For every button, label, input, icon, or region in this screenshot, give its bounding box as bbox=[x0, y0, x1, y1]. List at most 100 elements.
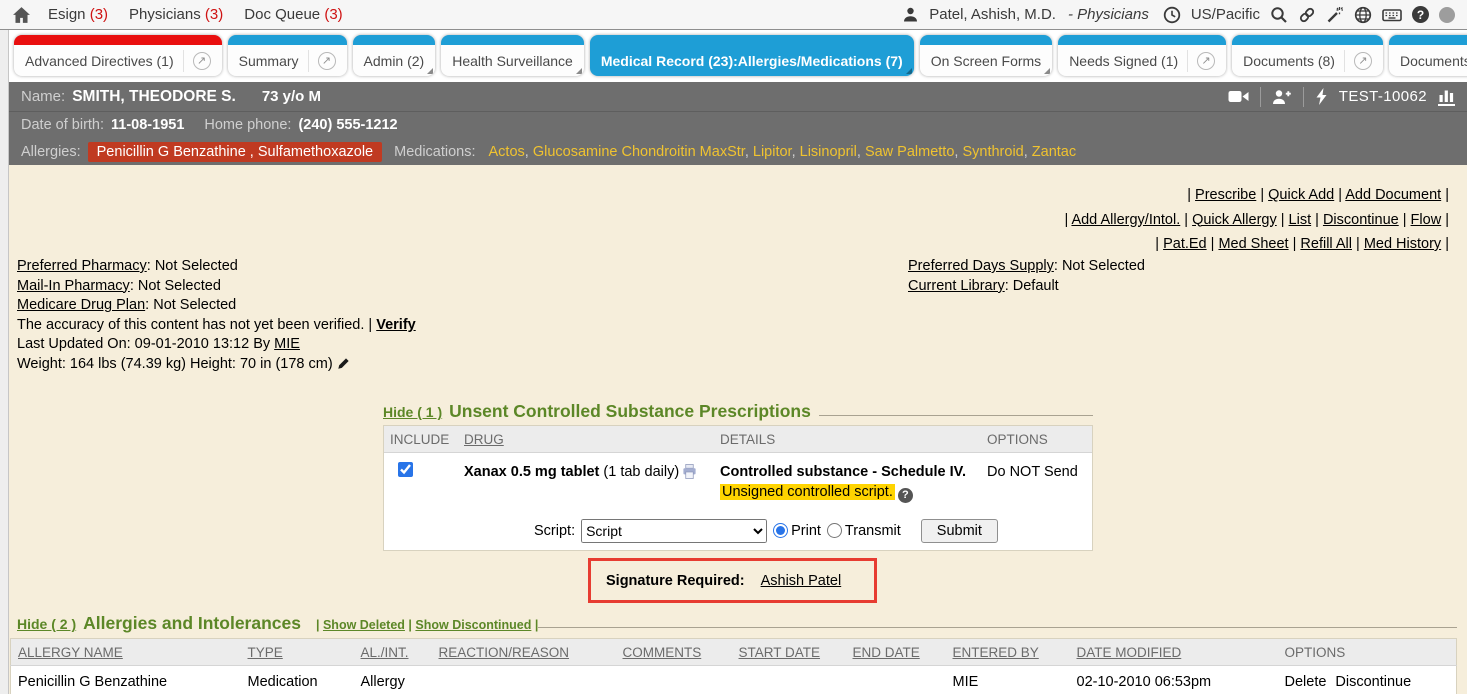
top-bar: Esign (3) Physicians (3) Doc Queue (3) P… bbox=[0, 0, 1467, 30]
flow-link[interactable]: Flow bbox=[1411, 212, 1442, 228]
unsent-table-header: INCLUDE DRUG DETAILS OPTIONS bbox=[384, 426, 1092, 453]
printer-icon[interactable] bbox=[682, 464, 697, 479]
quick-allergy-link[interactable]: Quick Allergy bbox=[1192, 212, 1277, 228]
quick-add-link[interactable]: Quick Add bbox=[1268, 187, 1334, 203]
transmit-radio[interactable] bbox=[827, 523, 842, 538]
verify-link[interactable]: Verify bbox=[376, 317, 416, 333]
refill-all-link[interactable]: Refill All bbox=[1300, 236, 1352, 252]
hide-allergies-link[interactable]: Hide ( 2 ) bbox=[17, 616, 76, 632]
al-int-header[interactable]: AL./INT. bbox=[361, 645, 409, 660]
medication-link[interactable]: Lipitor bbox=[753, 144, 792, 160]
edit-pencil-icon[interactable] bbox=[337, 356, 351, 370]
add-allergy-intol-link[interactable]: Add Allergy/Intol. bbox=[1071, 212, 1180, 228]
patient-demographics-row: Date of birth: 11-08-1951 Home phone: (2… bbox=[9, 112, 1467, 138]
popout-icon[interactable]: ↗ bbox=[193, 52, 211, 70]
script-select[interactable]: Script bbox=[581, 519, 767, 543]
help-icon[interactable]: ? bbox=[898, 488, 913, 503]
hide-unsent-link[interactable]: Hide ( 1 ) bbox=[383, 404, 442, 420]
patient-chart-id: TEST-10062 bbox=[1339, 88, 1427, 105]
submit-button[interactable]: Submit bbox=[921, 519, 998, 543]
last-updated-by-link[interactable]: MIE bbox=[274, 336, 300, 352]
preferred-days-supply-link[interactable]: Preferred Days Supply bbox=[908, 258, 1058, 274]
end-date-header[interactable]: END DATE bbox=[853, 645, 920, 660]
mail-in-pharmacy-link[interactable]: Mail-In Pharmacy bbox=[17, 278, 134, 294]
accuracy-text: The accuracy of this content has not yet… bbox=[17, 317, 372, 333]
current-user-name[interactable]: Patel, Ashish, M.D. bbox=[929, 6, 1056, 23]
link-icon[interactable] bbox=[1298, 6, 1316, 24]
add-document-link[interactable]: Add Document bbox=[1345, 187, 1441, 203]
allergy-name-header[interactable]: ALLERGY NAME bbox=[18, 645, 123, 660]
tab-summary[interactable]: Summary ↗ bbox=[228, 35, 347, 76]
help-icon[interactable]: ? bbox=[1412, 6, 1429, 23]
entered-by-header[interactable]: ENTERED BY bbox=[953, 645, 1039, 660]
med-sheet-link[interactable]: Med Sheet bbox=[1218, 236, 1288, 252]
tab-documents[interactable]: Documents (8) ↗ bbox=[1232, 35, 1383, 76]
discontinue-row-link[interactable]: Discontinue bbox=[1335, 674, 1411, 690]
allergies-table-header: ALLERGY NAME TYPE AL./INT. REACTION/REAS… bbox=[11, 639, 1457, 666]
globe-icon[interactable] bbox=[1354, 6, 1372, 24]
medication-link[interactable]: Lisinopril bbox=[800, 144, 857, 160]
options-cell: Delete Discontinue bbox=[1278, 666, 1457, 694]
print-radio[interactable] bbox=[773, 523, 788, 538]
topbar-link-doc-queue[interactable]: Doc Queue (3) bbox=[244, 6, 342, 23]
medication-link[interactable]: Saw Palmetto bbox=[865, 144, 954, 160]
delete-link[interactable]: Delete bbox=[1285, 674, 1327, 690]
type-header[interactable]: TYPE bbox=[248, 645, 283, 660]
popout-icon[interactable]: ↗ bbox=[1197, 52, 1215, 70]
tab-needs-signed[interactable]: Needs Signed (1) ↗ bbox=[1058, 35, 1226, 76]
bar-chart-icon[interactable] bbox=[1438, 88, 1455, 106]
tab-advanced-directives[interactable]: Advanced Directives (1) ↗ bbox=[14, 35, 222, 76]
keyboard-icon[interactable] bbox=[1382, 7, 1402, 23]
current-library-link[interactable]: Current Library bbox=[908, 278, 1009, 294]
home-icon[interactable] bbox=[12, 6, 31, 24]
end-date-cell bbox=[846, 666, 946, 694]
clock-icon[interactable] bbox=[1163, 6, 1181, 24]
name-label: Name: bbox=[21, 88, 65, 105]
tab-health-surveillance[interactable]: Health Surveillance bbox=[441, 35, 584, 76]
drug-header-link[interactable]: DRUG bbox=[464, 432, 504, 447]
tab-on-screen-forms[interactable]: On Screen Forms bbox=[920, 35, 1052, 76]
start-date-header[interactable]: START DATE bbox=[739, 645, 821, 660]
date-modified-header[interactable]: DATE MODIFIED bbox=[1077, 645, 1182, 660]
divider bbox=[1260, 87, 1261, 107]
popout-icon[interactable]: ↗ bbox=[1354, 52, 1372, 70]
wand-icon[interactable] bbox=[1326, 6, 1344, 24]
prescribe-link[interactable]: Prescribe bbox=[1195, 187, 1256, 203]
allergy-alert-badge[interactable]: Penicillin G Benzathine , Sulfamethoxazo… bbox=[88, 142, 382, 162]
comments-header[interactable]: COMMENTS bbox=[623, 645, 702, 660]
weight-height-text: Weight: 164 lbs (74.39 kg) Height: 70 in… bbox=[17, 356, 333, 372]
discontinue-link[interactable]: Discontinue bbox=[1323, 212, 1399, 228]
tab-medical-record-active[interactable]: Medical Record (23):Allergies/Medication… bbox=[590, 35, 914, 76]
video-camera-icon[interactable] bbox=[1228, 89, 1249, 104]
last-updated-text: Last Updated On: 09-01-2010 13:12 By bbox=[17, 336, 270, 352]
medicare-drug-plan-link[interactable]: Medicare Drug Plan bbox=[17, 297, 149, 313]
topbar-link-physicians[interactable]: Physicians (3) bbox=[129, 6, 223, 23]
tab-admin[interactable]: Admin (2) bbox=[353, 35, 436, 76]
list-link[interactable]: List bbox=[1289, 212, 1312, 228]
reaction-reason-header[interactable]: REACTION/REASON bbox=[439, 645, 570, 660]
preferred-pharmacy-link[interactable]: Preferred Pharmacy bbox=[17, 258, 151, 274]
tab-fold bbox=[906, 68, 912, 74]
timezone-label[interactable]: US/Pacific bbox=[1191, 6, 1260, 23]
include-checkbox[interactable] bbox=[398, 462, 413, 477]
reaction-reason-cell bbox=[432, 666, 616, 694]
show-discontinued-link[interactable]: Show Discontinued bbox=[415, 618, 531, 632]
comments-cell bbox=[616, 666, 732, 694]
med-history-link[interactable]: Med History bbox=[1364, 236, 1441, 252]
signature-provider-link[interactable]: Ashish Patel bbox=[761, 573, 842, 589]
lightning-bolt-icon[interactable] bbox=[1315, 88, 1328, 105]
topbar-link-esign[interactable]: Esign (3) bbox=[48, 6, 108, 23]
add-person-icon[interactable] bbox=[1272, 89, 1292, 105]
tab-divider bbox=[1344, 50, 1345, 72]
show-deleted-link[interactable]: Show Deleted bbox=[323, 618, 405, 632]
medication-link[interactable]: Actos bbox=[489, 144, 525, 160]
tab-fold bbox=[427, 68, 433, 74]
medication-link[interactable]: Zantac bbox=[1032, 144, 1076, 160]
popout-icon[interactable]: ↗ bbox=[318, 52, 336, 70]
controlled-substance-note: Controlled substance - Schedule IV. bbox=[720, 462, 981, 482]
medication-link[interactable]: Glucosamine Chondroitin MaxStr bbox=[533, 144, 745, 160]
pat-ed-link[interactable]: Pat.Ed bbox=[1163, 236, 1207, 252]
tab-documents-d[interactable]: Documents-D bbox=[1389, 35, 1467, 76]
search-icon[interactable] bbox=[1270, 6, 1288, 24]
medication-link[interactable]: Synthroid bbox=[962, 144, 1023, 160]
